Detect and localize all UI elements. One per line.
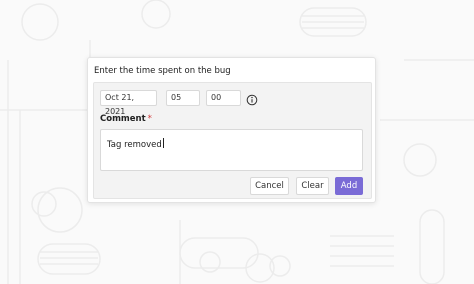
hours-input[interactable]: 05 bbox=[166, 90, 200, 106]
comment-text: Tag removed bbox=[107, 140, 162, 150]
comment-label: Comment * bbox=[100, 114, 152, 124]
cancel-button[interactable]: Cancel bbox=[250, 177, 289, 195]
text-caret bbox=[162, 138, 164, 148]
date-input[interactable]: Oct 21, 2021 bbox=[100, 90, 157, 116]
dialog-title: Enter the time spent on the bug bbox=[94, 66, 231, 76]
clear-button[interactable]: Clear bbox=[296, 177, 329, 195]
required-mark: * bbox=[147, 114, 152, 124]
info-circle-icon[interactable] bbox=[246, 91, 258, 106]
time-entry-dialog: Enter the time spent on the bug Oct 21, … bbox=[87, 57, 376, 203]
add-button[interactable]: Add bbox=[335, 177, 363, 195]
comment-label-text: Comment bbox=[100, 114, 146, 124]
minutes-input[interactable]: 00 bbox=[206, 90, 241, 106]
comment-textarea[interactable]: Tag removed bbox=[100, 129, 363, 171]
time-entry-panel: Oct 21, 2021 05 00 Comment * Tag removed … bbox=[93, 82, 372, 199]
